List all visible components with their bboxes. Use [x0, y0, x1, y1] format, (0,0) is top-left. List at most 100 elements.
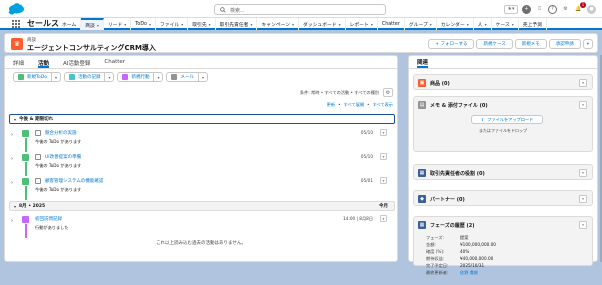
partners-title[interactable]: パートナー (0) [430, 196, 465, 203]
nav-item-label: キャンペーン [261, 22, 290, 28]
chevron-down-icon[interactable]: ▾ [485, 22, 487, 27]
task-complete-checkbox[interactable] [35, 154, 41, 160]
tab-activity[interactable]: 活動 [38, 58, 50, 68]
task-date: 05/10 [360, 130, 373, 135]
nav-item[interactable]: ToDo ▾ [131, 18, 156, 30]
products-card-title[interactable]: 商品 (0) [430, 80, 450, 87]
log-call-action[interactable]: 活動の記録 ▾ [63, 72, 115, 82]
drop-files-text: またはファイルをドロップ [479, 128, 527, 133]
upcoming-overdue-section[interactable]: ▾ 今後 & 期限切れ [9, 114, 395, 124]
task-complete-checkbox[interactable] [35, 130, 41, 136]
new-event-label: 新規行動 [131, 75, 150, 80]
chevron-down-icon[interactable]: ▾ [512, 22, 514, 27]
nav-item[interactable]: レポート ▾ [346, 18, 378, 30]
card-menu-chevron-icon[interactable]: ▾ [579, 221, 587, 229]
search-placeholder: 検索... [230, 8, 245, 14]
guidance-icon[interactable]: ♖ [535, 5, 544, 14]
task-date: 05/01 [360, 178, 373, 183]
expand-chevron-icon[interactable]: › [11, 180, 13, 186]
view-all-link[interactable]: すべて表示 [373, 102, 393, 108]
task-title-link[interactable]: UI改善提案の準備 [45, 154, 81, 160]
chevron-down-icon[interactable]: ▾ [105, 75, 113, 80]
stage-history-title[interactable]: フェーズの履歴 (2) [430, 222, 475, 229]
task-title-link[interactable]: 顧客管理システムの機能確認 [45, 178, 103, 184]
email-action[interactable]: メール ▾ [166, 72, 208, 82]
settings-gear-icon[interactable]: ⚙ [561, 5, 570, 14]
global-search[interactable]: 検索... [214, 4, 386, 15]
month-section[interactable]: ▾ 8月 • 2025 今月 [9, 201, 395, 211]
nav-item[interactable]: リード ▾ [104, 18, 132, 30]
event-title-link[interactable]: 初回訪問記録 [35, 216, 62, 222]
chevron-down-icon[interactable]: ▾ [154, 75, 162, 80]
expand-chevron-icon[interactable]: › [11, 156, 13, 162]
nav-item[interactable]: 人 ▾ [474, 18, 492, 30]
new-case-button[interactable]: 新規ケース [476, 39, 513, 49]
user-link[interactable]: 佐野 貴俊 [460, 270, 478, 277]
row-menu-chevron-icon[interactable]: ▾ [380, 215, 387, 222]
nav-item[interactable]: ファイル ▾ [156, 18, 189, 30]
card-menu-chevron-icon[interactable]: ▾ [579, 79, 587, 87]
expand-all-link[interactable]: すべて展開 [344, 102, 364, 108]
stage-history-icon: ▦ [418, 221, 426, 229]
nav-item[interactable]: ケース ▾ [492, 18, 519, 30]
chevron-down-icon[interactable]: ▾ [430, 22, 432, 27]
expand-chevron-icon[interactable]: › [11, 132, 13, 138]
new-event-action[interactable]: 新規行動 ▾ [117, 72, 164, 82]
chevron-down-icon[interactable]: ▾ [209, 22, 211, 27]
follow-button[interactable]: + フォローする [428, 39, 475, 49]
chevron-down-icon[interactable]: ▾ [339, 22, 341, 27]
refresh-link[interactable]: 更新 [327, 102, 335, 108]
favorites-star-icon[interactable]: ★▾ [504, 4, 518, 14]
timeline-task-row: › 競合分析の実施 今後の ToDo があります 05/10 ▾ [9, 128, 395, 152]
nav-item[interactable]: グループ ▾ [405, 18, 437, 30]
notes-card-title[interactable]: メモ & 添付ファイル (0) [430, 102, 488, 109]
salesforce-logo[interactable] [8, 3, 25, 15]
help-icon[interactable]: ? [548, 4, 557, 14]
nav-item[interactable]: カレンダー ▾ [437, 18, 474, 30]
partners-card: ◆ パートナー (0) ▾ [413, 190, 593, 206]
submit-for-approval-button[interactable]: 承認申請 [548, 39, 581, 49]
nav-item[interactable]: キャンペーン ▾ [257, 18, 300, 30]
nav-item-label: 人 [477, 22, 483, 28]
user-avatar[interactable]: ● [587, 4, 596, 14]
chevron-down-icon[interactable]: ▾ [199, 75, 207, 80]
nav-item[interactable]: 売上予測 [519, 18, 547, 30]
nav-item[interactable]: 取引先 ▾ [188, 18, 216, 30]
new-task-action[interactable]: 新規ToDo ▾ [13, 72, 61, 82]
nav-item[interactable]: Chatter [378, 18, 405, 30]
row-menu-chevron-icon[interactable]: ▾ [380, 177, 387, 184]
task-complete-checkbox[interactable] [35, 178, 41, 184]
chevron-down-icon[interactable]: ▾ [467, 22, 469, 27]
app-launcher-icon[interactable] [12, 20, 20, 28]
expand-chevron-icon[interactable]: › [11, 218, 13, 224]
chevron-down-icon[interactable]: ▾ [250, 22, 252, 27]
more-actions-button[interactable]: ▾ [582, 39, 593, 49]
row-menu-chevron-icon[interactable]: ▾ [380, 153, 387, 160]
chevron-down-icon[interactable]: ▾ [124, 22, 126, 27]
chevron-down-icon[interactable]: ▾ [52, 75, 60, 80]
tab-details[interactable]: 詳細 [13, 58, 24, 68]
chevron-down-icon[interactable]: ▾ [149, 22, 151, 27]
tab-ai-activity[interactable]: AI活動登録 [63, 58, 90, 68]
card-menu-chevron-icon[interactable]: ▾ [579, 195, 587, 203]
card-menu-chevron-icon[interactable]: ▾ [579, 101, 587, 109]
chevron-down-icon[interactable]: ▾ [371, 22, 373, 27]
chevron-down-icon[interactable]: ▾ [181, 22, 183, 27]
row-menu-chevron-icon[interactable]: ▾ [380, 129, 387, 136]
task-title-link[interactable]: 競合分析の実施 [45, 130, 77, 136]
nav-item[interactable]: 取引先責任者 ▾ [216, 18, 258, 30]
event-subtitle: 行動がありました [35, 225, 69, 230]
notifications-bell-icon[interactable]: 🔔 1 [574, 1, 586, 14]
global-actions-icon[interactable]: + [522, 4, 531, 14]
nav-item[interactable]: 商談 ▾ [81, 18, 104, 30]
chevron-down-icon[interactable]: ▾ [292, 22, 294, 27]
upload-files-button[interactable]: ⇪ ファイルをアップロード [471, 115, 543, 124]
tab-chatter[interactable]: Chatter [104, 58, 125, 68]
card-menu-chevron-icon[interactable]: ▾ [579, 169, 587, 177]
filter-settings-gear-icon[interactable]: ⚙ [383, 88, 393, 97]
new-note-button[interactable]: 新規メモ [514, 39, 547, 49]
chevron-down-icon[interactable]: ▾ [97, 23, 99, 28]
nav-item[interactable]: ダッシュボード ▾ [299, 18, 346, 30]
nav-item[interactable]: ホーム [58, 18, 82, 30]
contact-roles-title[interactable]: 取引先責任者の役割 (0) [430, 170, 485, 177]
